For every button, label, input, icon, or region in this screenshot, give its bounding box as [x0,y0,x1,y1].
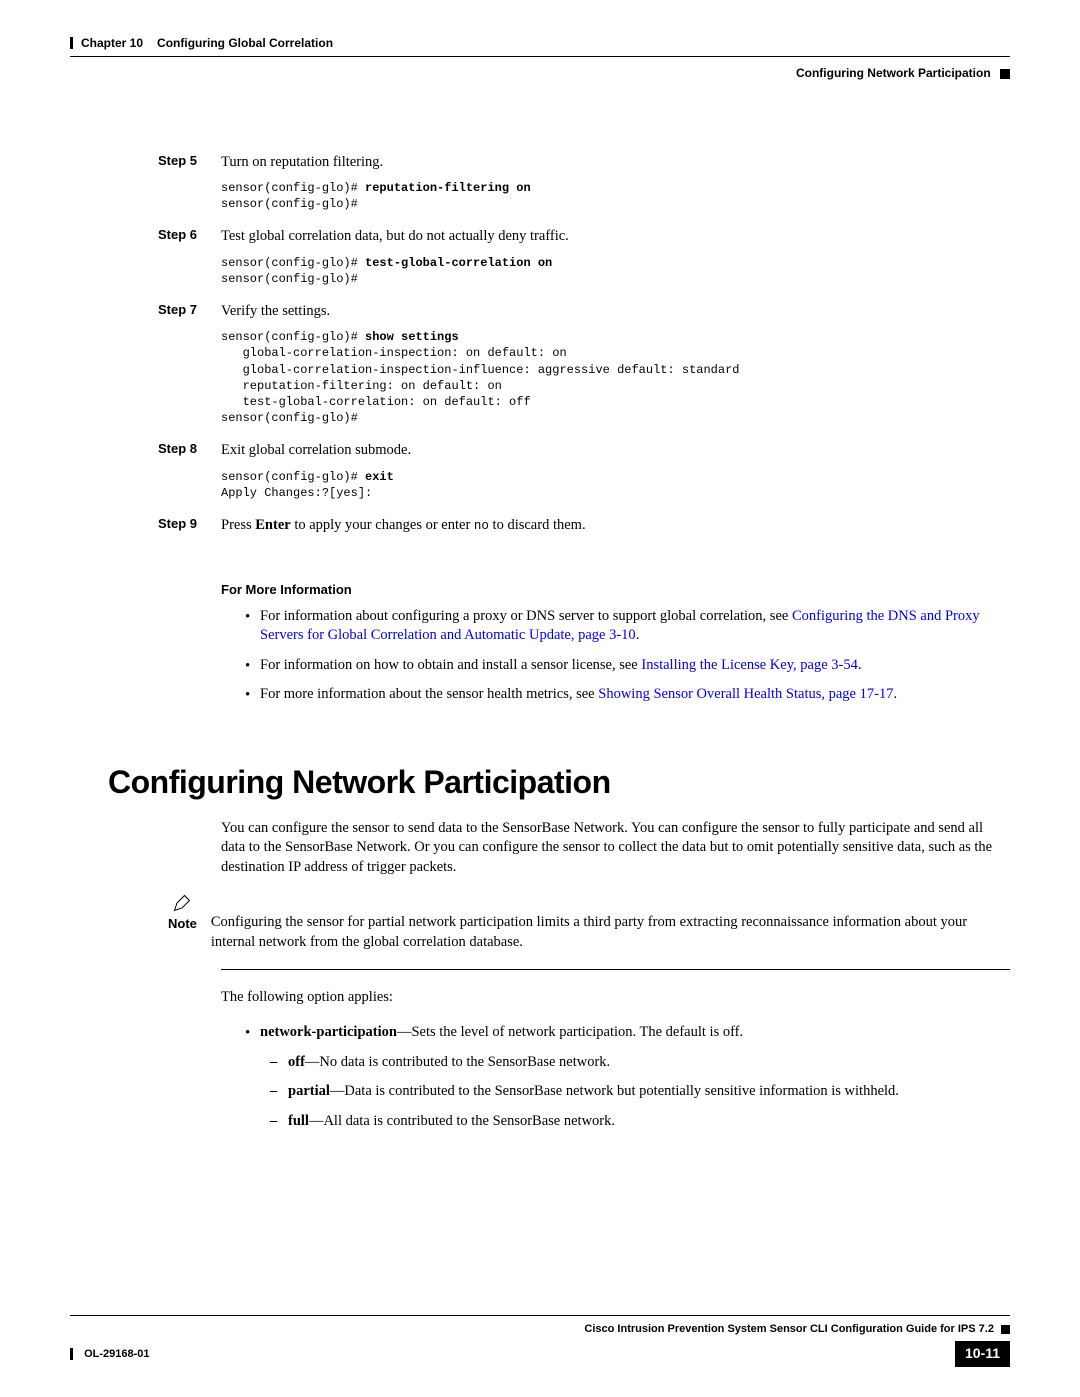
step-label: Step 7 [158,301,221,321]
chapter-title: Configuring Global Correlation [157,35,333,52]
step-5: Step 5 Turn on reputation filtering. [158,152,1010,172]
step-9: Step 9 Press Enter to apply your changes… [158,515,1010,536]
option-list: network-participation—Sets the level of … [245,1023,1000,1043]
section-intro: You can configure the sensor to send dat… [221,819,1000,878]
section-breadcrumb: Configuring Network Participation [796,66,991,80]
pencil-icon [172,893,192,913]
header-vbar-icon [70,37,73,49]
section-heading: Configuring Network Participation [108,760,1010,805]
list-item: off—No data is contributed to the Sensor… [270,1053,1000,1073]
list-item: For information about configuring a prox… [245,607,1000,646]
footer-vbar-icon [70,1348,73,1360]
page-number: 10-11 [955,1341,1010,1367]
following-option-intro: The following option applies: [221,988,1000,1008]
footer-square-icon [1001,1325,1010,1334]
page-header: Chapter 10 Configuring Global Correlatio… [70,35,1010,82]
page-content: Step 5 Turn on reputation filtering. sen… [70,92,1010,1132]
step-label: Step 9 [158,515,221,536]
list-item: For more information about the sensor he… [245,685,1000,705]
step-text: Verify the settings. [221,301,1010,321]
for-more-list: For information about configuring a prox… [245,607,1000,705]
list-item: full—All data is contributed to the Sens… [270,1112,1000,1132]
header-square-icon [1000,69,1010,79]
step-6: Step 6 Test global correlation data, but… [158,226,1010,246]
chapter-number: Chapter 10 [81,35,143,52]
page-footer: Cisco Intrusion Prevention System Sensor… [70,1315,1010,1367]
note-block: Note Configuring the sensor for partial … [168,893,1000,952]
step-text: Exit global correlation submode. [221,440,1010,460]
list-item: partial—Data is contributed to the Senso… [270,1082,1000,1102]
step-7: Step 7 Verify the settings. [158,301,1010,321]
step-label: Step 8 [158,440,221,460]
step-text: Turn on reputation filtering. [221,152,1010,172]
note-label: Note [168,915,197,933]
code-block-5: sensor(config-glo)# reputation-filtering… [221,180,1010,212]
list-item: For information on how to obtain and ins… [245,656,1000,676]
step-label: Step 5 [158,152,221,172]
step-text: Test global correlation data, but do not… [221,226,1010,246]
note-text: Configuring the sensor for partial netwo… [211,893,1000,952]
note-rule [221,969,1010,970]
footer-guide-title: Cisco Intrusion Prevention System Sensor… [584,1323,994,1335]
code-block-8: sensor(config-glo)# exit Apply Changes:?… [221,469,1010,501]
code-block-6: sensor(config-glo)# test-global-correlat… [221,255,1010,287]
footer-doc-id: OL-29168-01 [84,1348,149,1360]
footer-rule [70,1315,1010,1316]
option-sublist: off—No data is contributed to the Sensor… [270,1053,1000,1132]
link-license-key[interactable]: Installing the License Key, page 3-54 [641,657,858,673]
step-label: Step 6 [158,226,221,246]
step-8: Step 8 Exit global correlation submode. [158,440,1010,460]
step-text: Press Enter to apply your changes or ent… [221,515,1010,536]
for-more-heading: For More Information [221,581,1010,599]
header-rule [70,56,1010,57]
code-block-7: sensor(config-glo)# show settings global… [221,329,1010,426]
list-item: network-participation—Sets the level of … [245,1023,1000,1043]
link-sensor-health[interactable]: Showing Sensor Overall Health Status, pa… [598,686,893,702]
